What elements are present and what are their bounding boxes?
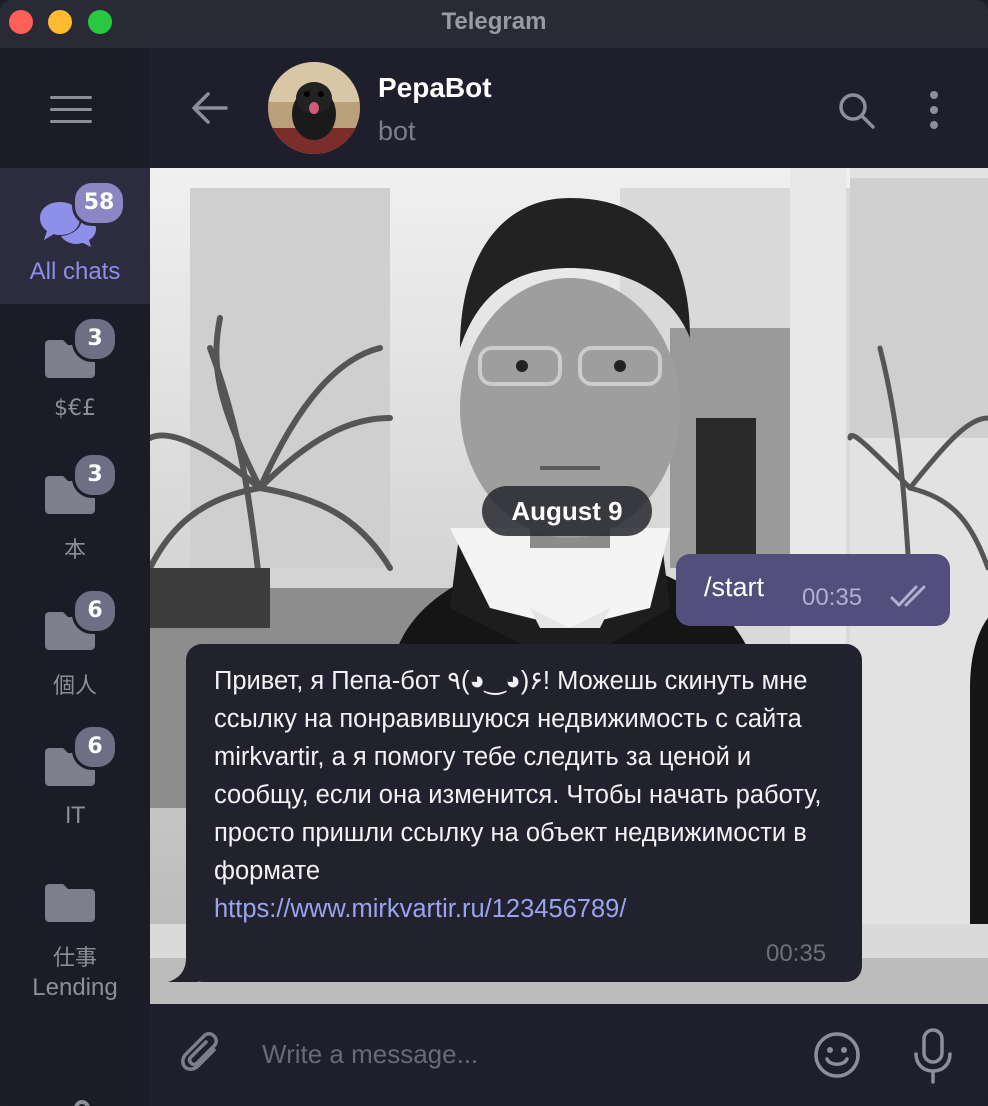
double-check-icon bbox=[890, 585, 926, 607]
arrow-left-icon[interactable] bbox=[190, 88, 230, 128]
message-composer bbox=[150, 1004, 988, 1106]
hamburger-menu-icon[interactable] bbox=[50, 96, 92, 124]
chat-title[interactable]: PepaBot bbox=[378, 72, 492, 104]
message-text: /start bbox=[704, 572, 765, 602]
message-time: 00:35 bbox=[766, 940, 827, 967]
folder-books[interactable]: 3 本 bbox=[0, 440, 150, 576]
chat-header: PepaBot bot bbox=[150, 48, 988, 168]
date-separator: August 9 bbox=[482, 486, 652, 536]
unread-badge: 3 bbox=[72, 452, 118, 498]
folder-personal[interactable]: 6 個人 bbox=[0, 576, 150, 712]
message-link[interactable]: https://www.mirkvartir.ru/123456789/ bbox=[214, 895, 626, 923]
folder-it[interactable]: 6 IT bbox=[0, 712, 150, 848]
folder-label: 個人 bbox=[52, 674, 97, 699]
outgoing-message-bubble[interactable]: /start 00:35 bbox=[676, 554, 950, 626]
folder-all-chats[interactable]: 58 All chats bbox=[0, 168, 150, 304]
unread-badge: 6 bbox=[72, 724, 118, 770]
telegram-window: Telegram 58 All chats 3 $€£ 3 本 6 個人 6 I… bbox=[0, 0, 988, 1106]
paperclip-icon[interactable] bbox=[180, 1032, 226, 1078]
unread-badge: 3 bbox=[72, 316, 118, 362]
message-text: Привет, я Пепа-бот ٩(◕‿◕)۶! Можешь скину… bbox=[214, 662, 844, 928]
chat-status: bot bbox=[378, 116, 416, 146]
avatar[interactable] bbox=[268, 62, 360, 154]
unread-badge: 58 bbox=[72, 180, 126, 226]
folder-label: Lending bbox=[32, 974, 118, 1001]
sliders-icon[interactable] bbox=[44, 1098, 96, 1106]
folder-label: IT bbox=[65, 804, 85, 829]
message-time: 00:35 bbox=[802, 584, 863, 611]
search-icon[interactable] bbox=[836, 90, 876, 130]
message-input[interactable] bbox=[262, 1030, 782, 1078]
folder-label: 本 bbox=[63, 538, 86, 563]
unread-badge: 6 bbox=[72, 588, 118, 634]
pug-avatar-image bbox=[268, 62, 360, 154]
folder-label: 仕事 bbox=[52, 946, 97, 971]
chat-messages-area[interactable]: August 9 /start 00:35 Привет, я Пепа-бот… bbox=[150, 168, 988, 1004]
folder-currency[interactable]: 3 $€£ bbox=[0, 304, 150, 440]
folder-label: $€£ bbox=[54, 396, 96, 421]
folder-work-lending[interactable]: 仕事 Lending bbox=[0, 848, 150, 1008]
folders-sidebar: 58 All chats 3 $€£ 3 本 6 個人 6 IT 仕事 Lend… bbox=[0, 48, 150, 1106]
smiley-icon[interactable] bbox=[812, 1030, 862, 1080]
microphone-icon[interactable] bbox=[912, 1028, 954, 1084]
vertical-dots-icon[interactable] bbox=[924, 90, 944, 130]
window-title: Telegram bbox=[441, 8, 547, 35]
incoming-message-bubble[interactable]: Привет, я Пепа-бот ٩(◕‿◕)۶! Можешь скину… bbox=[186, 644, 862, 982]
message-body: Привет, я Пепа-бот ٩(◕‿◕)۶! Можешь скину… bbox=[214, 667, 822, 885]
folder-label: All chats bbox=[29, 258, 121, 285]
folder-icon bbox=[45, 884, 95, 922]
title-bar: Telegram bbox=[0, 0, 988, 48]
